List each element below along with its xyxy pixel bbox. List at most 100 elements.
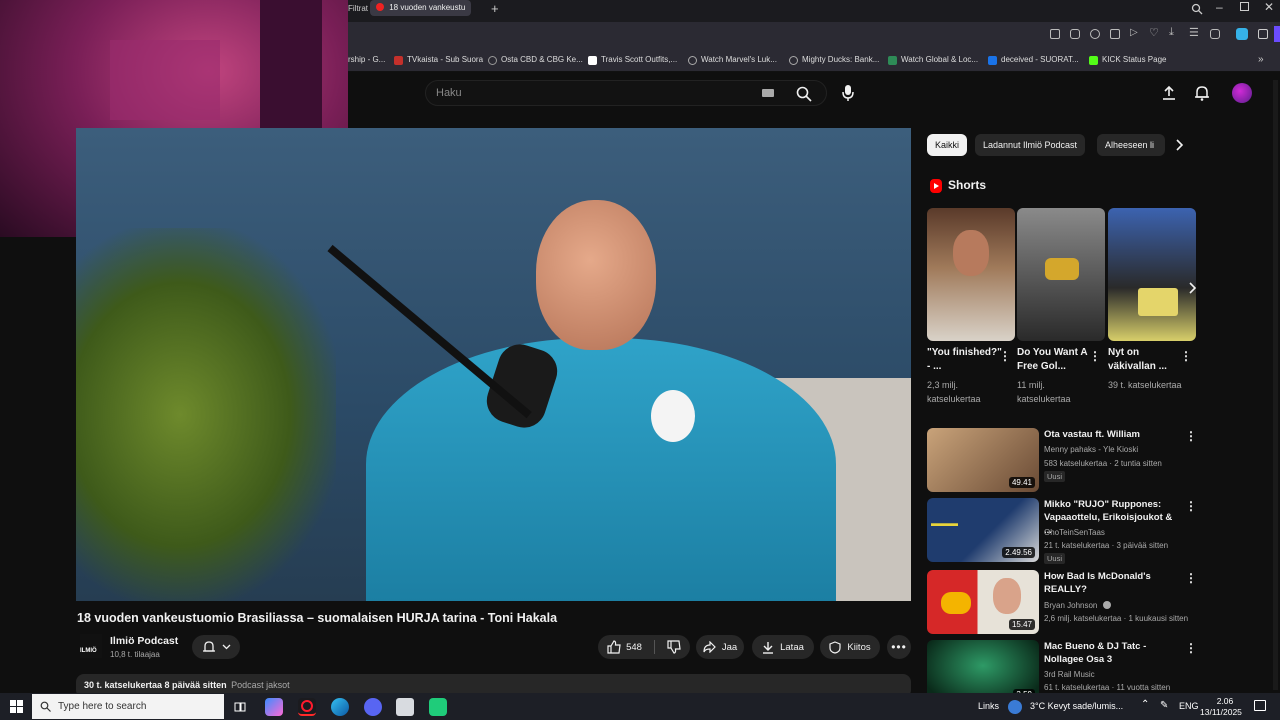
- more-vertical-icon[interactable]: ⋮: [1185, 571, 1197, 585]
- avatar[interactable]: [1232, 83, 1252, 103]
- chip-related[interactable]: Alheeseen li: [1097, 134, 1165, 156]
- bookmark-item[interactable]: TVkaista - Sub Suora: [394, 48, 483, 72]
- share-button[interactable]: Jaa: [696, 635, 744, 659]
- copilot-icon[interactable]: [265, 698, 283, 716]
- keyboard-icon[interactable]: [762, 89, 774, 97]
- bookmark-item[interactable]: Osta CBD & CBG Ke...: [488, 48, 583, 72]
- close-window-icon[interactable]: ✕: [1264, 0, 1274, 14]
- download-button[interactable]: Lataa: [752, 635, 814, 659]
- bookmark-item[interactable]: Watch Marvel's Luk...: [688, 48, 777, 72]
- subscriber-count: 10,8 t. tilaajaa: [110, 650, 160, 659]
- bookmarks-overflow-icon[interactable]: »: [1258, 48, 1264, 72]
- windows-start-icon[interactable]: [10, 700, 23, 713]
- edit-icon[interactable]: [1050, 29, 1060, 39]
- settings-icon[interactable]: [1258, 29, 1268, 39]
- channel-logo[interactable]: ILMIÖ: [80, 634, 102, 658]
- recommendation-thumbnail: 49.41: [927, 428, 1039, 492]
- menu-icon[interactable]: ☰: [1189, 26, 1199, 39]
- channel-name[interactable]: Ilmiö Podcast: [110, 635, 178, 647]
- notification-center-icon[interactable]: [1254, 700, 1266, 711]
- more-vertical-icon[interactable]: ⋮: [1185, 499, 1197, 513]
- video-player[interactable]: [76, 128, 911, 601]
- short-title[interactable]: Nyt on väkivallan ...: [1108, 346, 1186, 374]
- new-tab-icon[interactable]: +: [491, 1, 499, 16]
- globe-icon: [488, 55, 497, 65]
- chevron-right-icon[interactable]: [1187, 282, 1197, 294]
- bookmark-item[interactable]: Mighty Ducks: Bank...: [789, 48, 879, 72]
- shield-app-icon[interactable]: [396, 698, 414, 716]
- youtube-favicon-icon: [376, 3, 384, 11]
- short-title[interactable]: Do You Want A Free Gol...: [1017, 346, 1095, 374]
- bookmark-item[interactable]: Watch Global & Loc...: [888, 48, 978, 72]
- kick-icon: [1089, 55, 1098, 65]
- clock-time[interactable]: 2.06: [1214, 696, 1236, 706]
- more-vertical-icon[interactable]: ⋮: [1089, 349, 1101, 363]
- more-vertical-icon[interactable]: ⋮: [1180, 349, 1192, 363]
- scrollbar[interactable]: [1273, 80, 1278, 690]
- recommendation-item[interactable]: ▬▬▬ 2.49.56 Mikko "RUJO" Ruppones: Vapaa…: [927, 498, 1197, 564]
- chip-from-channel[interactable]: Ladannut Ilmiö Podcast: [975, 134, 1086, 156]
- discord-icon[interactable]: [364, 698, 382, 716]
- microphone-icon[interactable]: [841, 84, 855, 102]
- recommendation-item[interactable]: 15.47 How Bad Is McDonald's REALLY? Brya…: [927, 570, 1197, 636]
- bookmark-item[interactable]: rship - G...: [348, 48, 385, 72]
- bookmark-item[interactable]: Travis Scott Outfits,...: [588, 48, 677, 72]
- play-icon[interactable]: ▷: [1130, 27, 1138, 38]
- tab-previous[interactable]: Filtrat: [348, 4, 368, 13]
- screenshot-icon[interactable]: [1070, 29, 1080, 39]
- weather-text[interactable]: 3°C Kevyt sade/lumis...: [1030, 701, 1123, 711]
- bookmark-item[interactable]: deceived - SUORAT...: [988, 48, 1079, 72]
- pen-icon[interactable]: ✎: [1160, 700, 1168, 711]
- short-title[interactable]: "You finished?" - ...: [927, 346, 1005, 374]
- lock-icon[interactable]: [1210, 29, 1220, 39]
- maximize-icon[interactable]: [1240, 2, 1249, 11]
- edge-icon[interactable]: [331, 698, 349, 716]
- clock-date[interactable]: 13/11/2025: [1200, 707, 1242, 717]
- short-thumbnail[interactable]: [927, 208, 1015, 341]
- person-face: [993, 578, 1021, 614]
- more-vertical-icon[interactable]: ⋮: [1185, 429, 1197, 443]
- notifications-bell-icon[interactable]: [1194, 85, 1210, 101]
- tab-active[interactable]: 18 vuoden vankeustu: [370, 0, 472, 16]
- person-head: [536, 200, 656, 350]
- sidebar-toggle-icon[interactable]: [1274, 26, 1280, 42]
- page-icon: [588, 55, 597, 65]
- short-thumbnail[interactable]: [1017, 208, 1105, 341]
- recommendation-channel[interactable]: Bryan Johnson: [1044, 601, 1097, 610]
- search-placeholder: Haku: [436, 87, 462, 99]
- links-toolbar[interactable]: Links: [978, 701, 999, 711]
- more-actions-button[interactable]: •••: [887, 635, 911, 659]
- recommendation-channel[interactable]: OhoTeinSenTaas: [1044, 527, 1105, 538]
- search-input[interactable]: Haku: [425, 80, 827, 106]
- short-thumbnail[interactable]: [1108, 208, 1196, 341]
- opera-icon[interactable]: [298, 698, 316, 716]
- bookmark-item[interactable]: KICK Status Page: [1089, 48, 1166, 72]
- more-vertical-icon[interactable]: ⋮: [1185, 641, 1197, 655]
- extension-blue-icon[interactable]: [1236, 28, 1248, 40]
- language-indicator[interactable]: ENG: [1179, 701, 1199, 711]
- like-button[interactable]: 548: [607, 640, 642, 654]
- recommendation-item[interactable]: 49.41 Ota vastau ft. William Menny pahak…: [927, 428, 1197, 494]
- heart-icon[interactable]: ♡: [1149, 26, 1159, 39]
- search-tabs-icon[interactable]: [1191, 3, 1203, 15]
- chevron-up-icon[interactable]: ⌃: [1141, 699, 1149, 710]
- extension-icon[interactable]: [1110, 29, 1120, 39]
- download-icon[interactable]: ⤓: [1169, 26, 1174, 39]
- playlist-link[interactable]: Podcast jaksot: [231, 680, 290, 690]
- upload-icon[interactable]: [1161, 85, 1177, 101]
- subscribed-button[interactable]: [192, 635, 240, 659]
- recommendation-channel[interactable]: Menny pahaks - Yle Kioski: [1044, 444, 1138, 455]
- search-icon[interactable]: [796, 86, 812, 102]
- chevron-right-icon[interactable]: [1174, 139, 1184, 151]
- app-green-icon[interactable]: [429, 698, 447, 716]
- bookmark-label: deceived - SUORAT...: [1001, 55, 1079, 64]
- more-vertical-icon[interactable]: ⋮: [999, 349, 1011, 363]
- minimize-icon[interactable]: –: [1216, 0, 1223, 14]
- thumbs-down-icon[interactable]: [667, 640, 681, 654]
- taskbar-search-input[interactable]: Type here to search: [32, 694, 224, 719]
- thanks-button[interactable]: Kiitos: [820, 635, 880, 659]
- task-view-icon[interactable]: [234, 701, 246, 713]
- shield-icon[interactable]: [1090, 29, 1100, 39]
- recommendation-channel[interactable]: 3rd Rail Music: [1044, 669, 1095, 680]
- chip-all[interactable]: Kaikki: [927, 134, 968, 156]
